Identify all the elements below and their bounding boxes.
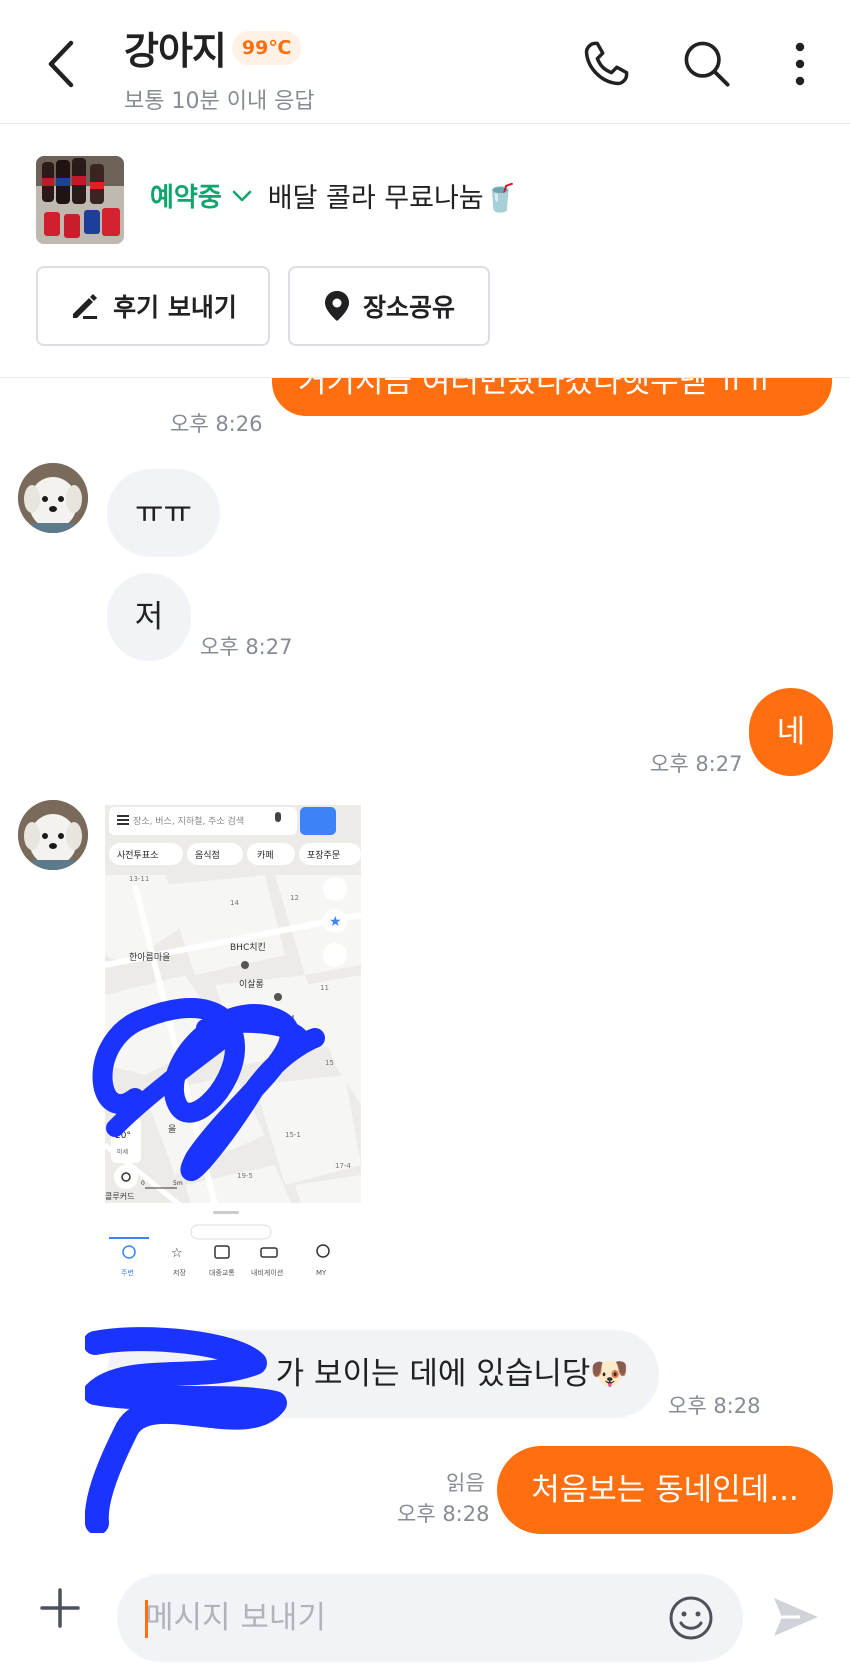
map-lot-number: 19-5 xyxy=(237,1172,253,1180)
message-time: 오후 8:28 xyxy=(668,1394,761,1418)
text-cursor xyxy=(145,1600,148,1638)
more-button[interactable] xyxy=(770,34,830,94)
cola-photo-icon xyxy=(36,156,124,244)
message-text: 가 보이는 데에 있습니당🐶 xyxy=(275,1355,629,1392)
avatar[interactable] xyxy=(18,800,88,870)
map-weather-label: 미세 xyxy=(117,1148,128,1156)
attach-button[interactable] xyxy=(36,1584,84,1632)
message-text: 네 xyxy=(776,713,806,750)
svg-text:★: ★ xyxy=(329,914,342,930)
chevron-down-icon[interactable] xyxy=(232,189,252,203)
chat-header: 강아지 99℃ 보통 10분 이내 응답 xyxy=(0,0,850,124)
message-composer xyxy=(0,1548,850,1677)
map-chip: 음식점 xyxy=(195,849,220,861)
product-title: 배달 콜라 무료나눔🥤 xyxy=(267,183,518,214)
map-place-label: 크림 xyxy=(193,1039,210,1051)
map-lot-number: 14 xyxy=(230,899,239,907)
page-title: 강아지 xyxy=(124,29,227,73)
back-button[interactable] xyxy=(36,36,84,92)
message-text: 거기지금 여러번왔다갔다햇누넫 ㅠㅠ xyxy=(298,378,775,400)
map-lot-number: 11 xyxy=(320,984,329,992)
map-place-label: BHC치킨 xyxy=(230,941,266,953)
send-button[interactable] xyxy=(770,1594,822,1640)
map-tab: 주변 xyxy=(121,1269,134,1277)
phone-icon xyxy=(584,41,629,86)
call-button[interactable] xyxy=(576,34,636,94)
chevron-left-icon xyxy=(48,40,74,88)
share-place-button[interactable]: 장소공유 xyxy=(288,266,490,346)
message-text: ㅠㅠ xyxy=(134,494,193,531)
map-lot-number: 17-4 xyxy=(335,1162,351,1170)
more-vertical-icon xyxy=(795,42,805,86)
map-chip: 카페 xyxy=(257,850,274,861)
map-lot-number: 12 xyxy=(290,894,299,902)
dog-avatar-icon xyxy=(18,800,88,870)
message-time: 오후 8:27 xyxy=(200,635,293,659)
send-review-button[interactable]: 후기 보내기 xyxy=(36,266,270,346)
search-button[interactable] xyxy=(677,34,737,94)
map-chip: 포장주문 xyxy=(307,850,340,861)
product-thumbnail[interactable] xyxy=(36,156,124,244)
map-place-label: 을 xyxy=(168,1124,176,1135)
reservation-status[interactable]: 예약중 xyxy=(150,177,222,214)
message-bubble-mine: 거기지금 여러번왔다갔다햇누넫 ㅠㅠ xyxy=(272,378,832,416)
location-pin-icon xyxy=(324,291,349,321)
message-text: 저 xyxy=(134,598,164,635)
map-place-label: 한아름마을 xyxy=(129,952,170,963)
plus-icon xyxy=(40,1588,80,1628)
image-message-map-screenshot[interactable]: 장소, 버스, 지하철, 주소 검색 사전투표소 음식점 카페 포장주문 13-… xyxy=(105,805,361,1315)
search-icon xyxy=(684,41,730,87)
svg-text:0: 0 xyxy=(141,1180,145,1187)
map-search-placeholder: 장소, 버스, 지하철, 주소 검색 xyxy=(133,815,244,827)
map-chip: 사전투표소 xyxy=(117,850,158,861)
avatar[interactable] xyxy=(18,463,88,533)
share-place-label: 장소공유 xyxy=(362,293,455,322)
message-bubble-mine: 처음보는 동네인데... xyxy=(497,1446,833,1534)
read-receipt: 읽음 xyxy=(446,1471,485,1495)
response-time: 보통 10분 이내 응답 xyxy=(124,89,315,114)
product-info: 예약중 배달 콜라 무료나눔🥤 xyxy=(150,176,517,215)
map-category-chips: 사전투표소 음식점 카페 포장주문 xyxy=(109,843,361,865)
message-text: 처음보는 동네인데... xyxy=(531,1471,799,1508)
map-weather-temp: 20° xyxy=(115,1131,131,1141)
message-input[interactable] xyxy=(145,1574,645,1662)
map-scale: 5m xyxy=(173,1180,183,1187)
title-area: 강아지 99℃ 보통 10분 이내 응답 xyxy=(124,20,315,115)
message-bubble-theirs: ㅠㅠ xyxy=(107,469,220,557)
map-tab: 대중교통 xyxy=(209,1269,235,1277)
message-time: 오후 8:26 xyxy=(170,412,263,436)
map-tab: MY xyxy=(316,1269,327,1277)
manner-temperature-badge: 99℃ xyxy=(231,30,302,65)
map-lot-number: 15 xyxy=(325,1059,334,1067)
message-bubble-theirs: 가 보이는 데에 있습니당🐶 xyxy=(107,1330,659,1418)
chat-messages[interactable]: 거기지금 여러번왔다갔다햇누넫 ㅠㅠ 오후 8:26 ㅠㅠ 저 오후 8:27 … xyxy=(0,378,850,1548)
map-place-label: 이살롱 xyxy=(239,979,264,990)
send-icon xyxy=(774,1598,818,1636)
emoji-button[interactable] xyxy=(667,1594,715,1642)
map-lot-number: 13-11 xyxy=(129,875,149,883)
message-bubble-mine: 네 xyxy=(749,688,833,776)
map-place-label: 콜루커드 xyxy=(105,1192,134,1201)
message-input-box[interactable] xyxy=(117,1574,743,1662)
message-bubble-theirs: 저 xyxy=(107,573,191,661)
map-place-label: 그루브 xyxy=(270,1014,295,1025)
map-tab: 내비게이션 xyxy=(251,1268,283,1277)
emoji-icon xyxy=(669,1596,713,1640)
map-lot-number: 15-1 xyxy=(285,1131,301,1139)
product-bar: 예약중 배달 콜라 무료나눔🥤 후기 보내기 장소공유 xyxy=(0,124,850,378)
svg-text:☆: ☆ xyxy=(171,1246,183,1261)
pencil-icon xyxy=(73,294,98,319)
map-tab: 저장 xyxy=(173,1268,186,1277)
dog-avatar-icon xyxy=(18,463,88,533)
send-review-label: 후기 보내기 xyxy=(113,293,237,322)
message-time: 오후 8:27 xyxy=(650,752,743,776)
message-time: 오후 8:28 xyxy=(397,1502,490,1526)
